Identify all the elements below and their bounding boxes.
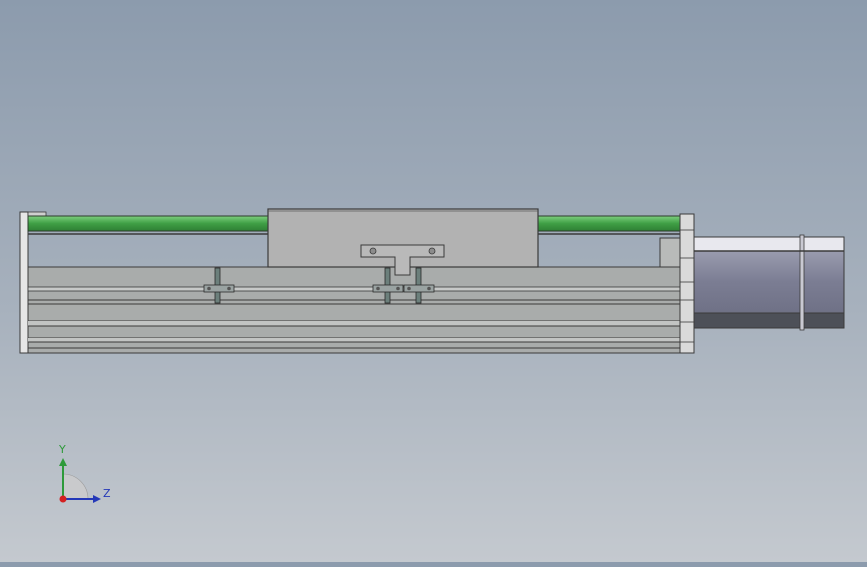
right-end-plate [679,213,695,354]
stepper-motor [693,234,845,331]
carriage [267,208,539,276]
z-axis-label: Z [103,487,111,500]
axis-triad-icon [59,458,101,503]
y-axis-label: Y [59,443,66,456]
linear-actuator-model[interactable] [0,0,867,562]
cad-viewport[interactable]: Y Z [0,0,867,562]
